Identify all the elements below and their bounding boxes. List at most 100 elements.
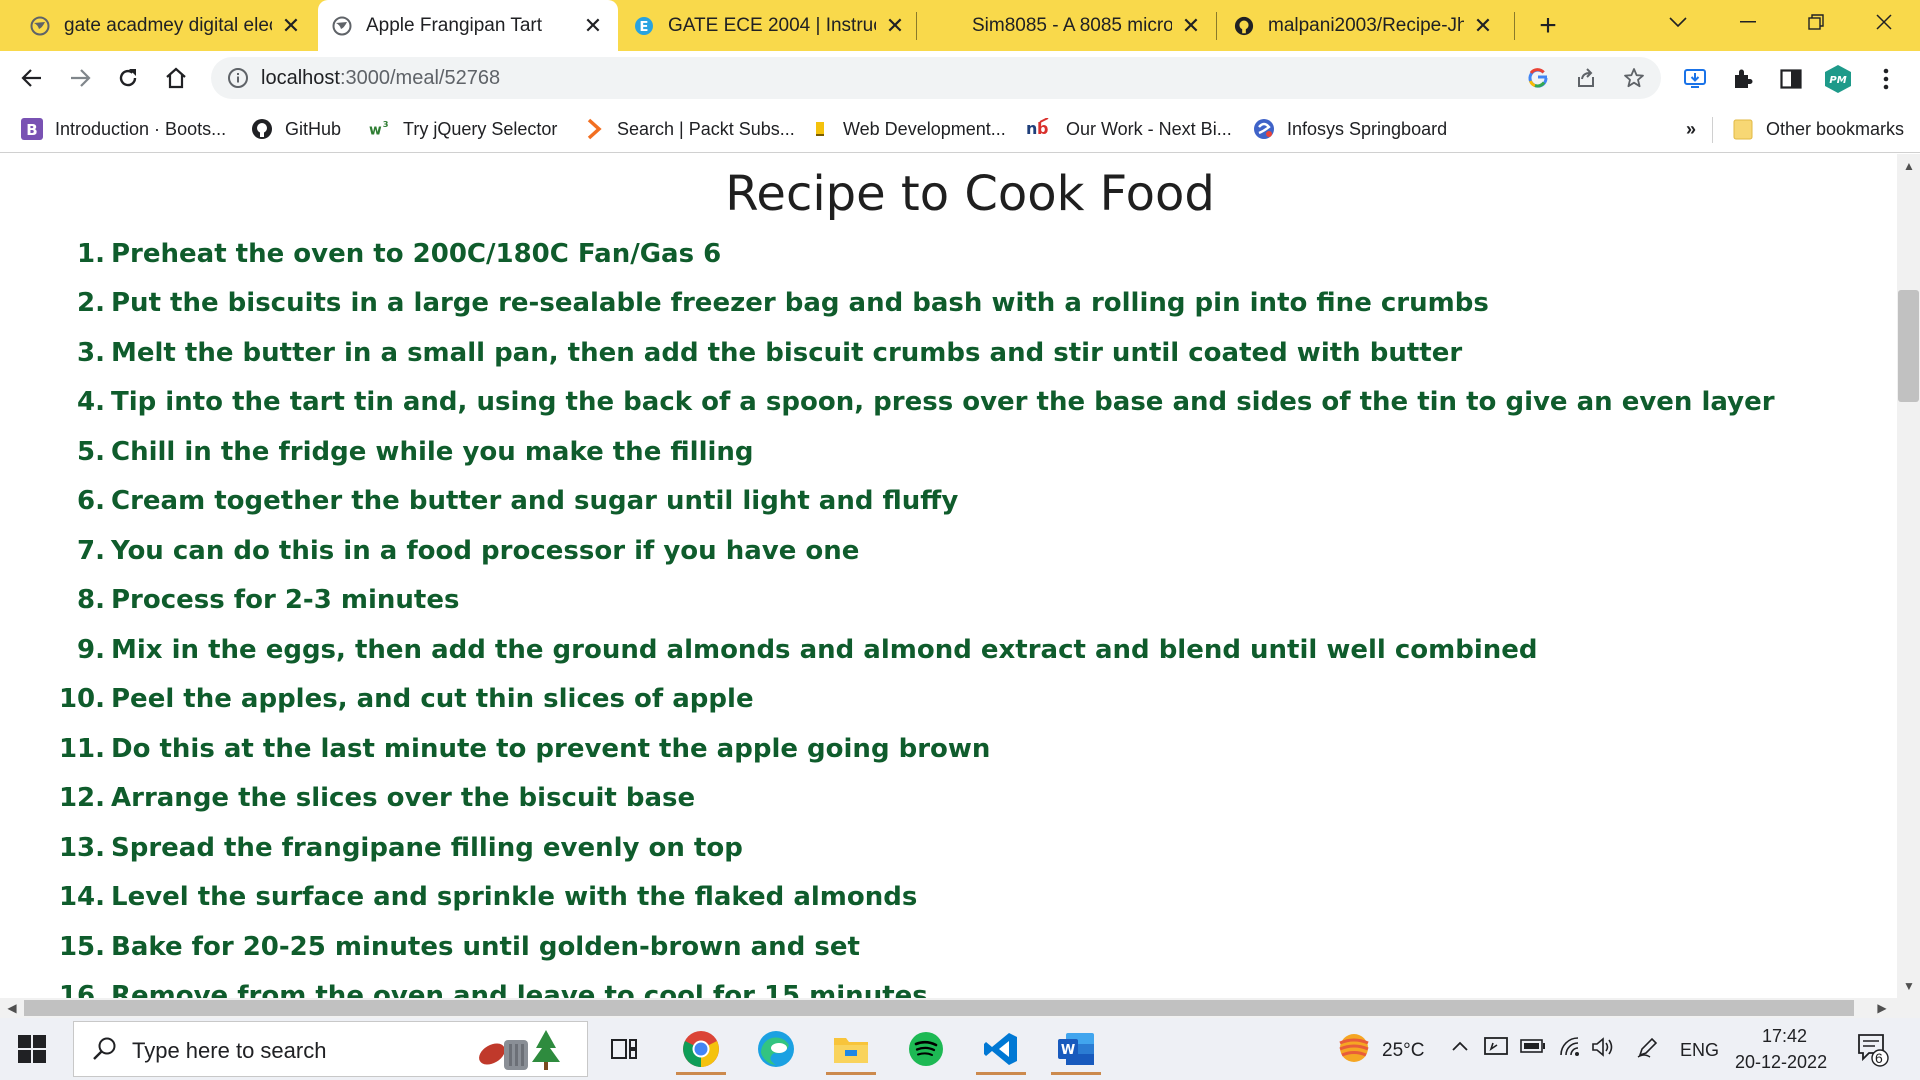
url-text[interactable]: localhost:3000/meal/52768 [261, 67, 500, 90]
taskbar-word[interactable]: W [1045, 1023, 1107, 1075]
taskbar-file-explorer[interactable] [820, 1023, 882, 1075]
search-icon [92, 1036, 118, 1067]
taskbar-edge[interactable] [745, 1023, 807, 1075]
scroll-up-arrow-icon[interactable]: ▲ [1901, 158, 1917, 174]
tab-gate-academy[interactable]: gate acadmey digital elec ✕ [16, 0, 316, 51]
side-panel-icon[interactable] [1776, 64, 1806, 94]
bookmark-github[interactable]: GitHub [251, 116, 341, 142]
share-icon[interactable] [1573, 65, 1599, 91]
taskbar-spotify[interactable] [895, 1023, 957, 1075]
tab-github-recipe[interactable]: malpani2003/Recipe-Jhal ✕ [1220, 0, 1508, 51]
step-text: You can do this in a food processor if y… [111, 535, 860, 566]
windows-start-icon[interactable] [18, 1035, 48, 1065]
nb-icon: nb [1026, 118, 1054, 140]
bookmark-label: Infosys Springboard [1287, 118, 1448, 139]
active-indicator [826, 1072, 876, 1075]
taskbar-chrome[interactable] [670, 1023, 732, 1075]
svg-text:B: B [26, 121, 37, 139]
other-bookmarks-folder[interactable]: Other bookmarks [1732, 116, 1904, 142]
infosys-icon [1253, 118, 1275, 140]
step-text: Peel the apples, and cut thin slices of … [111, 684, 754, 715]
taskbar-vscode[interactable] [970, 1023, 1032, 1075]
github-icon [251, 118, 273, 140]
vertical-scrollbar[interactable] [1897, 154, 1920, 998]
volume-icon[interactable] [1590, 1035, 1616, 1064]
horizontal-scroll-thumb[interactable] [24, 1000, 1854, 1016]
google-lens-icon[interactable] [1525, 65, 1551, 91]
menu-kebab-icon[interactable] [1871, 64, 1901, 94]
wifi-icon[interactable] [1558, 1035, 1582, 1064]
new-tab-button[interactable]: + [1530, 8, 1566, 44]
clock-time[interactable]: 17:42 [1762, 1026, 1807, 1047]
tab-search-chevron-icon[interactable] [1650, 0, 1706, 44]
step-text: Arrange the slices over the biscuit base [111, 783, 696, 814]
close-icon[interactable]: ✕ [582, 13, 604, 38]
tab-title: gate acadmey digital elec [64, 14, 272, 36]
tab-gate-ece[interactable]: E GATE ECE 2004 | Instructio ✕ [620, 0, 920, 51]
step-text: Preheat the oven to 200C/180C Fan/Gas 6 [111, 238, 722, 269]
close-icon[interactable]: ✕ [280, 13, 302, 38]
bookmark-star-icon[interactable] [1621, 65, 1647, 91]
tab-apple-frangipan[interactable]: Apple Frangipan Tart ✕ [318, 0, 618, 51]
step-text: Cream together the butter and sugar unti… [111, 486, 959, 517]
list-item: 5. Chill in the fridge while you make the… [0, 427, 1897, 477]
connect-display-icon[interactable] [1483, 1035, 1509, 1064]
show-hidden-icons-chevron-icon[interactable] [1450, 1036, 1470, 1061]
step-text: Process for 2-3 minutes [111, 585, 460, 616]
home-button[interactable] [158, 60, 194, 96]
info-icon[interactable] [225, 65, 251, 91]
bookmark-jquery[interactable]: w3 Try jQuery Selector [369, 116, 557, 142]
bookmark-next-bi[interactable]: nb Our Work - Next Bi... [1026, 116, 1232, 142]
scroll-right-arrow-icon[interactable]: ▶ [1874, 1000, 1890, 1016]
download-monitor-icon[interactable] [1680, 64, 1710, 94]
search-highlight-illustration-icon [474, 1026, 574, 1079]
list-item: 16. Remove from the oven and leave to coo… [0, 972, 1897, 998]
close-window-button[interactable] [1856, 0, 1912, 44]
windows-taskbar: Type here to search W 25°C ENG 17:42 20-… [0, 1018, 1920, 1080]
step-text: Level the surface and sprinkle with the … [111, 882, 918, 913]
step-text: Do this at the last minute to prevent th… [111, 733, 991, 764]
active-indicator [976, 1072, 1026, 1075]
weather-icon[interactable] [1336, 1031, 1372, 1070]
notifications-icon[interactable] [1857, 1033, 1889, 1072]
list-item: 9. Mix in the eggs, then add the ground a… [0, 625, 1897, 675]
bookmark-bootstrap[interactable]: B Introduction · Boots... [21, 116, 226, 142]
bookmark-web-development[interactable]: Web Development... [809, 116, 1006, 142]
minimize-button[interactable] [1720, 0, 1776, 44]
forward-button[interactable] [62, 60, 98, 96]
scroll-down-arrow-icon[interactable]: ▼ [1901, 978, 1917, 994]
task-view-button[interactable] [593, 1023, 655, 1075]
w3-icon: w3 [369, 118, 391, 140]
bookmarks-overflow-button[interactable]: » [1686, 116, 1696, 142]
clock-date[interactable]: 20-12-2022 [1735, 1052, 1827, 1073]
blank-favicon-icon [938, 16, 958, 36]
profile-avatar[interactable]: PM [1823, 64, 1853, 94]
taskbar-search-input[interactable]: Type here to search [73, 1021, 588, 1077]
restore-button[interactable] [1788, 0, 1844, 44]
search-placeholder: Type here to search [132, 1038, 327, 1063]
extensions-icon[interactable] [1728, 64, 1758, 94]
close-icon[interactable]: ✕ [1180, 13, 1202, 38]
list-item: 11. Do this at the last minute to prevent… [0, 724, 1897, 774]
tab-sim8085[interactable]: Sim8085 - A 8085 microp ✕ [924, 0, 1216, 51]
reload-button[interactable] [110, 60, 146, 96]
battery-icon[interactable] [1520, 1038, 1546, 1059]
close-icon[interactable]: ✕ [884, 13, 906, 38]
bookmark-infosys[interactable]: Infosys Springboard [1253, 116, 1447, 142]
pen-icon[interactable] [1636, 1035, 1660, 1064]
weather-temperature[interactable]: 25°C [1382, 1040, 1424, 1062]
close-icon[interactable]: ✕ [1472, 13, 1494, 38]
scroll-left-arrow-icon[interactable]: ◀ [4, 1000, 20, 1016]
address-bar[interactable]: localhost:3000/meal/52768 [211, 57, 1661, 99]
back-button[interactable] [14, 60, 50, 96]
svg-text:n: n [1026, 119, 1037, 138]
notifications-count: 6 [1875, 1050, 1883, 1066]
vertical-scroll-thumb[interactable] [1898, 290, 1919, 402]
step-number: 4. [77, 387, 105, 418]
language-indicator[interactable]: ENG [1680, 1040, 1719, 1061]
page-content: Recipe to Cook Food 1. Preheat the oven t… [0, 154, 1897, 998]
step-number: 8. [77, 585, 105, 616]
recipe-steps-list: 1. Preheat the oven to 200C/180C Fan/Gas … [0, 229, 1897, 998]
bookmark-packt[interactable]: Search | Packt Subs... [583, 116, 795, 142]
bookmarks-bar: B Introduction · Boots... GitHub w3 Try … [0, 105, 1920, 153]
